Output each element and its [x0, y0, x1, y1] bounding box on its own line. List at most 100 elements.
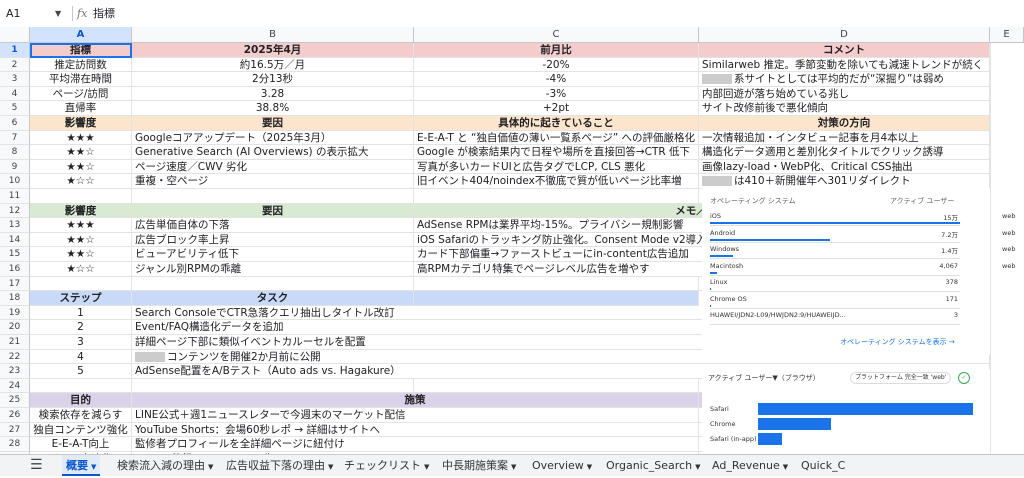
row-header[interactable]: 16 [0, 262, 30, 277]
row-header[interactable]: 13 [0, 218, 30, 233]
data-cell[interactable]: ★★☆ [30, 232, 132, 248]
header-cell-filler[interactable] [414, 291, 699, 306]
header-cell[interactable]: 前月比 [414, 43, 699, 58]
header-cell[interactable]: 2025年4月 [132, 43, 414, 58]
tab-dropdown-icon[interactable]: ▼ [208, 463, 213, 471]
data-cell[interactable]: は410＋新開催年へ301リダイレクト [699, 174, 990, 189]
data-cell[interactable]: ★★☆ [30, 145, 132, 160]
empty-cell[interactable] [414, 189, 699, 204]
data-cell[interactable]: ★☆☆ [30, 174, 132, 189]
data-cell[interactable]: サイト改修前後で悪化傾向 [699, 101, 990, 116]
column-header-e[interactable]: E [990, 27, 1024, 43]
row-header[interactable]: 19 [0, 305, 30, 321]
formula-input[interactable]: 指標 [93, 5, 115, 22]
data-cell[interactable]: 検索依存を減らす [30, 408, 132, 423]
check-icon[interactable]: ✓ [958, 372, 970, 384]
header-cell[interactable]: 影響度 [30, 116, 132, 131]
row-header[interactable]: 27 [0, 422, 30, 438]
os-row[interactable]: Android 7.2万 [710, 229, 960, 239]
row-header[interactable]: 23 [0, 364, 30, 379]
row-header[interactable]: 14 [0, 232, 30, 248]
row-header[interactable]: 2 [0, 57, 30, 73]
os-row[interactable]: Linux 378 [710, 278, 960, 286]
empty-cell[interactable] [30, 276, 132, 292]
header-cell[interactable]: 指標 [30, 43, 132, 58]
header-cell[interactable]: 要因 [132, 116, 414, 131]
row-header[interactable]: 3 [0, 72, 30, 87]
data-cell[interactable]: 2分13秒 [132, 72, 414, 87]
row-header[interactable]: 1 [0, 43, 30, 58]
tab-dropdown-icon[interactable]: ▼ [695, 463, 700, 471]
sheet-tab[interactable]: Quick_C [797, 455, 849, 476]
browser-users-bar[interactable] [758, 403, 974, 415]
tab-dropdown-icon[interactable]: ▼ [328, 463, 333, 471]
data-cell[interactable]: 系サイトとしては平均的だが“深掘り”は弱め [699, 72, 990, 87]
row-header[interactable]: 17 [0, 276, 30, 292]
data-cell[interactable]: 約16.5万／月 [132, 57, 414, 73]
os-row[interactable]: Macintosh 4,067 [710, 262, 960, 270]
data-cell[interactable]: 広告ブロック率上昇 [132, 232, 414, 248]
all-sheets-menu-icon[interactable]: ☰ [30, 458, 46, 473]
data-cell[interactable]: ページ速度／CWV 劣化 [132, 159, 414, 175]
data-cell[interactable]: ★★☆ [30, 159, 132, 175]
sheet-tab[interactable]: チェックリスト ▼ [340, 455, 433, 476]
row-header[interactable]: 8 [0, 145, 30, 160]
row-header[interactable]: 26 [0, 408, 30, 423]
column-header-c[interactable]: C [414, 27, 699, 43]
sheet-tab[interactable]: 広告収益下落の理由 ▼ [222, 455, 337, 476]
data-cell[interactable]: 3 [30, 335, 132, 350]
header-cell[interactable]: 目的 [30, 393, 132, 408]
row-header[interactable]: 6 [0, 116, 30, 131]
row-header[interactable]: 10 [0, 174, 30, 189]
tab-dropdown-icon[interactable]: ▼ [91, 463, 96, 471]
row-header[interactable]: 20 [0, 320, 30, 335]
column-header-b[interactable]: B [132, 27, 414, 43]
row-header[interactable]: 7 [0, 130, 30, 146]
sheet-tab[interactable]: Overview ▼ [528, 455, 596, 476]
row-header[interactable]: 25 [0, 393, 30, 408]
row-header[interactable]: 9 [0, 159, 30, 175]
column-header-d[interactable]: D [699, 27, 990, 43]
data-cell[interactable]: ページ/訪問 [30, 86, 132, 102]
data-cell[interactable]: 38.8% [132, 101, 414, 116]
data-cell[interactable]: 直帰率 [30, 101, 132, 116]
data-cell[interactable]: 1 [30, 305, 132, 321]
tab-dropdown-icon[interactable]: ▼ [783, 463, 788, 471]
data-cell[interactable]: 一次情報追加・インタビュー記事を月4本以上 [699, 130, 990, 146]
data-cell[interactable]: Google が検索結果内で日程や場所を直接回答→CTR 低下 [414, 145, 699, 160]
data-cell[interactable]: 画像lazy-load・WebP化、Critical CSS抽出 [699, 159, 990, 175]
row-header[interactable]: 21 [0, 335, 30, 350]
empty-cell[interactable] [30, 189, 132, 204]
header-cell[interactable]: 対策の方向 [699, 116, 990, 131]
os-row[interactable]: Chrome OS 171 [710, 295, 960, 303]
browser-users-bar[interactable] [758, 418, 832, 430]
data-cell[interactable]: 内部回遊が落ち始めている兆し [699, 86, 990, 102]
row-header[interactable]: 15 [0, 247, 30, 262]
sheet-tab[interactable]: Ad_Revenue ▼ [708, 455, 792, 476]
name-box-dropdown-icon[interactable]: ▼ [55, 5, 61, 22]
data-cell[interactable]: ★★★ [30, 130, 132, 146]
data-cell[interactable]: 監修者プロフィールを全詳細ページに紐付け [132, 437, 699, 452]
data-cell[interactable]: LINE公式＋週1ニュースレターで今週末のマーケット配信 [132, 408, 699, 423]
tab-dropdown-icon[interactable]: ▼ [511, 463, 516, 471]
data-cell[interactable]: 4 [30, 349, 132, 365]
sheet-tab[interactable]: Organic_Search ▼ [602, 455, 704, 476]
browser-users-bar[interactable] [758, 433, 783, 445]
row-header[interactable]: 28 [0, 437, 30, 452]
tab-dropdown-icon[interactable]: ▼ [424, 463, 429, 471]
empty-cell[interactable] [414, 276, 699, 292]
data-cell[interactable]: 3.28 [132, 86, 414, 102]
header-cell[interactable]: ステップ [30, 291, 132, 306]
header-cell[interactable]: タスク [132, 291, 414, 306]
data-cell[interactable]: E-E-A-T と “独自価値の薄い一覧系ページ” への評価厳格化 [414, 130, 699, 146]
os-row[interactable]: HUAWEI/JDN2-L09/HWJDN2:9/HUAWEIJD... 3 [710, 311, 960, 319]
browser-chart-title[interactable]: アクティブ ユーザー▼（ブラウザ） [708, 373, 820, 383]
header-cell[interactable]: 要因 [132, 203, 414, 219]
data-cell[interactable]: Similarweb 推定。季節変動を除いても減速トレンドが続く [699, 57, 990, 73]
sheet-tab[interactable]: 概要 ▼ [62, 455, 101, 476]
data-cell[interactable]: 2 [30, 320, 132, 335]
empty-cell[interactable] [414, 378, 699, 394]
platform-filter-chip[interactable]: プラットフォーム 完全一致 'web' [850, 372, 952, 384]
data-cell[interactable]: E-E-A-T向上 [30, 437, 132, 452]
header-cell[interactable]: 影響度 [30, 203, 132, 219]
